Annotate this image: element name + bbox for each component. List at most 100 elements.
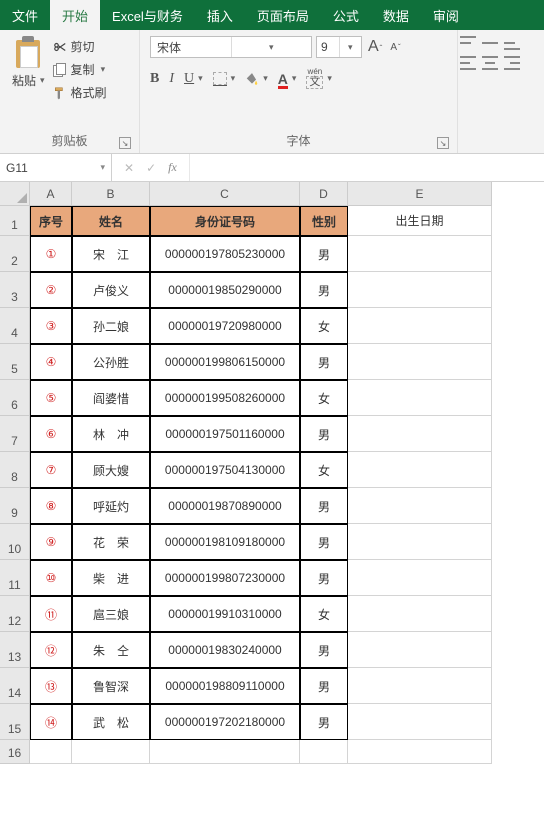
cell[interactable]: 呼延灼 bbox=[72, 488, 150, 524]
cell[interactable]: 000000199807230000 bbox=[150, 560, 300, 596]
cell[interactable]: 男 bbox=[300, 524, 348, 560]
cell[interactable]: 男 bbox=[300, 560, 348, 596]
font-color-button[interactable]: A ▾ bbox=[278, 71, 297, 87]
cell[interactable] bbox=[348, 488, 492, 524]
copy-button[interactable]: 复制▾ bbox=[53, 61, 107, 78]
cell[interactable]: ⑤ bbox=[30, 380, 72, 416]
cell[interactable] bbox=[348, 668, 492, 704]
row-header[interactable]: 12 bbox=[0, 596, 30, 632]
tab-page-layout[interactable]: 页面布局 bbox=[245, 0, 321, 30]
row-header[interactable]: 14 bbox=[0, 668, 30, 704]
paste-button[interactable]: 粘贴▾ bbox=[6, 34, 51, 130]
enter-formula-button[interactable]: ✓ bbox=[146, 161, 156, 175]
cell[interactable]: 鲁智深 bbox=[72, 668, 150, 704]
cell[interactable]: 武 松 bbox=[72, 704, 150, 740]
cell[interactable]: ⑧ bbox=[30, 488, 72, 524]
cell[interactable]: 00000019720980000 bbox=[150, 308, 300, 344]
tab-data[interactable]: 数据 bbox=[371, 0, 421, 30]
cell[interactable] bbox=[348, 380, 492, 416]
row-header[interactable]: 1 bbox=[0, 206, 30, 236]
cell[interactable]: ⑨ bbox=[30, 524, 72, 560]
cancel-formula-button[interactable]: ✕ bbox=[124, 161, 134, 175]
cell[interactable] bbox=[348, 560, 492, 596]
increase-font-button[interactable]: Aˆ bbox=[366, 38, 384, 56]
row-header[interactable]: 9 bbox=[0, 488, 30, 524]
cell[interactable] bbox=[348, 740, 492, 764]
cell[interactable]: 男 bbox=[300, 488, 348, 524]
row-header[interactable]: 3 bbox=[0, 272, 30, 308]
column-header[interactable]: D bbox=[300, 182, 348, 206]
fill-color-button[interactable]: ▾ bbox=[245, 72, 268, 86]
cell[interactable] bbox=[348, 452, 492, 488]
tab-home[interactable]: 开始 bbox=[50, 0, 100, 30]
cell[interactable]: 序号 bbox=[30, 206, 72, 236]
align-left-button[interactable] bbox=[460, 56, 476, 70]
bold-button[interactable]: B bbox=[150, 71, 159, 87]
align-bottom-button[interactable] bbox=[504, 36, 520, 50]
cell[interactable]: 卢俊义 bbox=[72, 272, 150, 308]
cell[interactable]: 男 bbox=[300, 632, 348, 668]
cut-button[interactable]: 剪切 bbox=[53, 38, 107, 55]
cell[interactable] bbox=[348, 524, 492, 560]
cell[interactable] bbox=[72, 740, 150, 764]
cell[interactable]: 出生日期 bbox=[348, 206, 492, 236]
underline-button[interactable]: U▾ bbox=[184, 71, 203, 87]
font-dialog-launcher[interactable] bbox=[437, 137, 449, 149]
spreadsheet-grid[interactable]: 12345678910111213141516 ABCDE 序号姓名身份证号码性… bbox=[0, 182, 544, 764]
column-header[interactable]: C bbox=[150, 182, 300, 206]
tab-review[interactable]: 审阅 bbox=[421, 0, 471, 30]
cell[interactable] bbox=[348, 416, 492, 452]
clipboard-dialog-launcher[interactable] bbox=[119, 137, 131, 149]
cell[interactable]: ⑬ bbox=[30, 668, 72, 704]
row-header[interactable]: 15 bbox=[0, 704, 30, 740]
cell[interactable]: 性别 bbox=[300, 206, 348, 236]
row-header[interactable]: 11 bbox=[0, 560, 30, 596]
cell[interactable]: 00000019910310000 bbox=[150, 596, 300, 632]
cell[interactable]: 孙二娘 bbox=[72, 308, 150, 344]
cell[interactable]: 男 bbox=[300, 416, 348, 452]
align-middle-button[interactable] bbox=[482, 36, 498, 50]
cell[interactable]: 宋 江 bbox=[72, 236, 150, 272]
cell[interactable]: 00000019830240000 bbox=[150, 632, 300, 668]
cell[interactable]: ⑭ bbox=[30, 704, 72, 740]
cell[interactable]: 女 bbox=[300, 380, 348, 416]
cell[interactable]: ⑩ bbox=[30, 560, 72, 596]
column-header[interactable]: A bbox=[30, 182, 72, 206]
cell[interactable]: 000000197504130000 bbox=[150, 452, 300, 488]
align-top-button[interactable] bbox=[460, 36, 476, 50]
align-right-button[interactable] bbox=[504, 56, 520, 70]
cell[interactable] bbox=[300, 740, 348, 764]
cell[interactable] bbox=[348, 596, 492, 632]
column-header[interactable]: E bbox=[348, 182, 492, 206]
align-center-button[interactable] bbox=[482, 56, 498, 70]
cell[interactable]: 柴 进 bbox=[72, 560, 150, 596]
cell[interactable] bbox=[348, 632, 492, 668]
cell[interactable]: 男 bbox=[300, 272, 348, 308]
cell[interactable]: 女 bbox=[300, 308, 348, 344]
row-header[interactable]: 4 bbox=[0, 308, 30, 344]
cell[interactable]: 林 冲 bbox=[72, 416, 150, 452]
font-name-select[interactable]: 宋体 ▾ bbox=[150, 36, 312, 58]
row-header[interactable]: 5 bbox=[0, 344, 30, 380]
cell[interactable] bbox=[348, 704, 492, 740]
tab-excel-finance[interactable]: Excel与财务 bbox=[100, 0, 195, 30]
cell[interactable]: 女 bbox=[300, 452, 348, 488]
select-all-corner[interactable] bbox=[0, 182, 30, 206]
row-header[interactable]: 16 bbox=[0, 740, 30, 764]
cell[interactable]: 身份证号码 bbox=[150, 206, 300, 236]
format-painter-button[interactable]: 格式刷 bbox=[53, 84, 107, 101]
cell[interactable]: 000000199508260000 bbox=[150, 380, 300, 416]
cell[interactable]: 朱 仝 bbox=[72, 632, 150, 668]
cell[interactable]: 000000199806150000 bbox=[150, 344, 300, 380]
row-header[interactable]: 13 bbox=[0, 632, 30, 668]
name-box[interactable]: G11 ▾ bbox=[0, 154, 112, 181]
cell[interactable]: 000000197501160000 bbox=[150, 416, 300, 452]
borders-button[interactable]: ▾ bbox=[213, 72, 236, 86]
cell[interactable]: 男 bbox=[300, 668, 348, 704]
cell[interactable] bbox=[348, 308, 492, 344]
cell[interactable]: 顾大嫂 bbox=[72, 452, 150, 488]
cell[interactable]: 00000019850290000 bbox=[150, 272, 300, 308]
decrease-font-button[interactable]: Aˇ bbox=[388, 42, 402, 53]
cell[interactable] bbox=[348, 272, 492, 308]
cell[interactable] bbox=[30, 740, 72, 764]
